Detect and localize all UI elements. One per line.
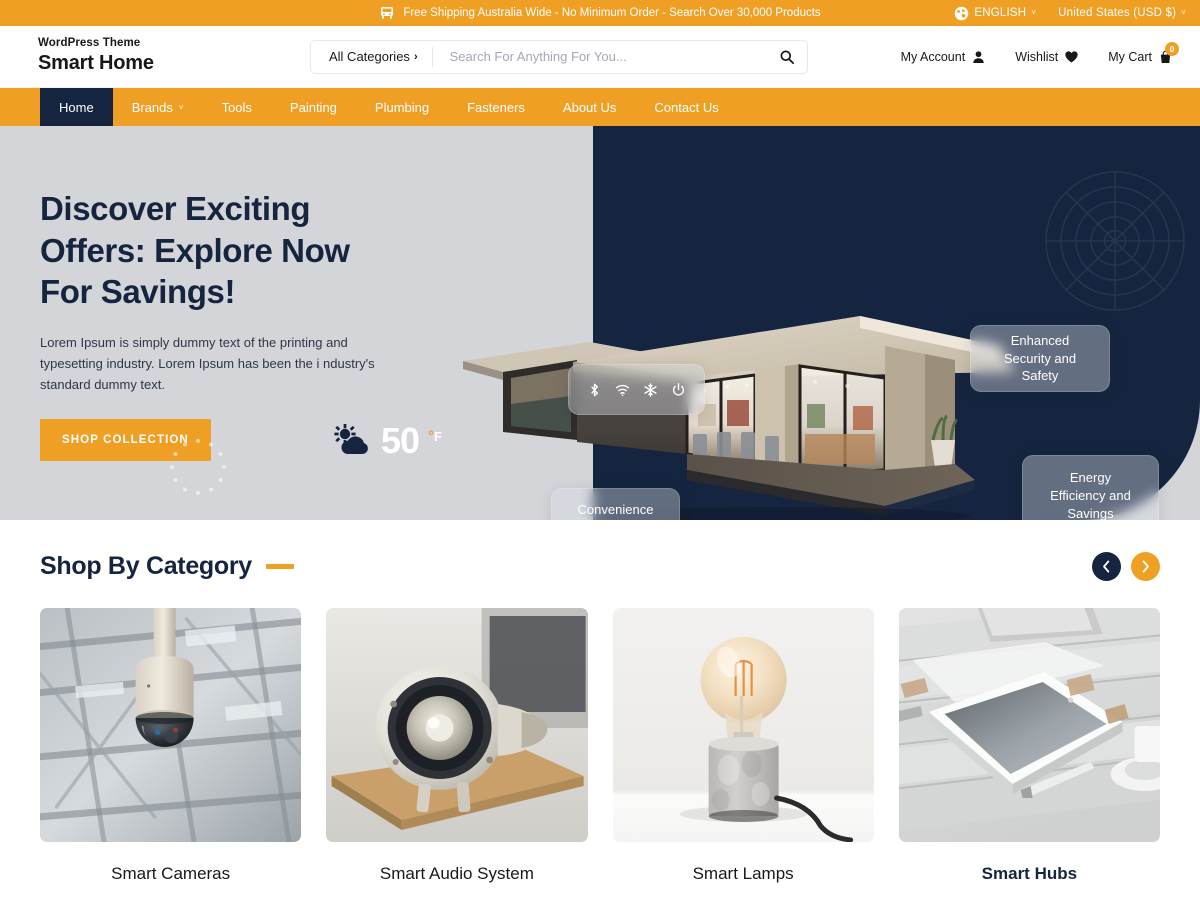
my-account-link[interactable]: My Account (901, 50, 986, 64)
my-account-label: My Account (900, 49, 966, 64)
topbar-selectors: ENGLISH ˅ United States (USD $) ˅ (954, 6, 1186, 21)
nav-label-painting: Painting (289, 99, 337, 115)
nav-label-about-us: About Us (562, 99, 617, 115)
category-label: Smart Lamps (692, 864, 794, 883)
vintage-speaker-photo (326, 608, 588, 842)
search-icon (780, 50, 794, 64)
currency-selector[interactable]: United States (USD $) ˅ (1058, 7, 1186, 19)
announcement-text: Free Shipping Australia Wide - No Minimu… (403, 7, 821, 19)
weather-widget: 50 °F (332, 419, 442, 461)
cart-count-badge: 0 (1165, 41, 1179, 56)
hero-content: Discover Exciting Offers: Explore Now Fo… (40, 188, 460, 495)
nav-item-about-us[interactable]: About Us (544, 88, 635, 126)
title-accent-dash (265, 564, 294, 569)
main-navigation: Home Brands ˅ Tools Painting Plumbing Fa… (0, 88, 1200, 126)
chevron-down-icon: ˅ (1181, 8, 1186, 17)
announcement-bar: Free Shipping Australia Wide - No Minimu… (0, 0, 1200, 26)
nav-item-plumbing[interactable]: Plumbing (356, 88, 448, 126)
category-card-smart-lamps[interactable]: Smart Lamps (612, 608, 874, 884)
all-categories-dropdown[interactable]: All Categories › (311, 41, 432, 73)
hero-title: Discover Exciting Offers: Explore Now Fo… (40, 190, 350, 311)
sun-behind-cloud-icon (332, 424, 372, 457)
header-actions: My Account Wishlist My Cart 0 (901, 41, 1186, 64)
convenience-badge: Convenience and Comfort (551, 488, 680, 520)
category-card-smart-hubs[interactable]: Smart Hubs (898, 608, 1160, 884)
category-card-smart-cameras[interactable]: Smart Cameras (40, 608, 302, 884)
all-categories-label: All Categories (329, 49, 410, 64)
carousel-arrows (1092, 552, 1160, 581)
nav-label-brands: Brands (131, 99, 173, 115)
search-input[interactable] (432, 49, 767, 64)
nav-label-home: Home (59, 99, 94, 115)
language-label: ENGLISH (974, 7, 1027, 19)
search-bar: All Categories › (310, 39, 808, 74)
section-title: Shop By Category (40, 552, 252, 580)
security-badge: Enhanced Security and Safety (970, 325, 1110, 392)
truck-icon (379, 6, 395, 20)
site-header: WordPress Theme Smart Home All Categorie… (0, 26, 1200, 88)
wishlist-link[interactable]: Wishlist (1015, 50, 1078, 64)
nav-label-contact-us: Contact Us (654, 99, 719, 115)
chevron-left-icon (1103, 560, 1110, 573)
site-logo[interactable]: WordPress Theme Smart Home (0, 37, 310, 76)
edison-bulb-lamp-photo (612, 608, 874, 842)
carousel-next-button[interactable] (1131, 552, 1160, 581)
power-icon[interactable] (671, 364, 686, 416)
search-submit-button[interactable] (767, 41, 807, 73)
logo-title: Smart Home (38, 51, 154, 74)
nav-item-fasteners[interactable]: Fasteners (448, 88, 544, 126)
category-label: Smart Cameras (111, 864, 231, 883)
shop-by-category-section: Shop By Category Smart Cameras Smart Aud… (0, 520, 1200, 884)
dome-security-camera-photo (40, 608, 302, 842)
weather-temperature: 50 (381, 419, 420, 461)
logo-subtitle: WordPress Theme (38, 37, 141, 50)
wifi-icon[interactable] (615, 364, 630, 416)
nav-label-tools: Tools (221, 99, 252, 115)
nav-item-brands[interactable]: Brands ˅ (113, 88, 203, 126)
user-icon (972, 50, 985, 64)
category-grid: Smart Cameras Smart Audio System Smart L… (40, 608, 1160, 884)
weather-unit: °F (428, 428, 442, 445)
nav-label-plumbing: Plumbing (374, 99, 430, 115)
chevron-right-icon (1142, 560, 1149, 573)
snowflake-icon[interactable] (643, 364, 658, 416)
nav-label-fasteners: Fasteners (467, 99, 525, 115)
bluetooth-icon[interactable] (587, 364, 602, 416)
chevron-down-icon: ˅ (178, 102, 184, 112)
device-icons-pill (568, 364, 705, 415)
language-selector[interactable]: ENGLISH ˅ (954, 6, 1036, 21)
heart-icon (1065, 50, 1078, 64)
nav-item-painting[interactable]: Painting (271, 88, 356, 126)
unit-letter: F (434, 428, 442, 444)
currency-label: United States (USD $) (1058, 7, 1177, 19)
nav-item-contact-us[interactable]: Contact Us (635, 88, 737, 126)
carousel-prev-button[interactable] (1092, 552, 1121, 581)
my-cart-label: My Cart (1108, 49, 1152, 64)
my-cart-link[interactable]: My Cart 0 (1108, 41, 1179, 64)
globe-icon (954, 6, 969, 21)
category-section-header: Shop By Category (40, 520, 1160, 581)
chevron-down-icon: ˅ (1031, 8, 1037, 17)
category-label: Smart Hubs (981, 864, 1078, 883)
wishlist-label: Wishlist (1015, 49, 1059, 64)
tablet-on-wooden-desk-photo (898, 608, 1160, 842)
hero-banner: Enhanced Security and Safety Convenience… (0, 126, 1200, 520)
energy-badge: Energy Efficiency and Savings (1022, 455, 1159, 520)
hero-subtitle: Lorem Ipsum is simply dummy text of the … (40, 334, 375, 392)
category-card-smart-audio-system[interactable]: Smart Audio System (326, 608, 588, 884)
category-label: Smart Audio System (379, 864, 534, 883)
dotted-circle-decoration (170, 438, 226, 495)
chevron-right-icon: › (413, 50, 418, 63)
nav-item-home[interactable]: Home (40, 88, 113, 126)
nav-item-tools[interactable]: Tools (203, 88, 271, 126)
hero-cta-row: SHOP COLLECTION 50 °F (40, 418, 460, 495)
